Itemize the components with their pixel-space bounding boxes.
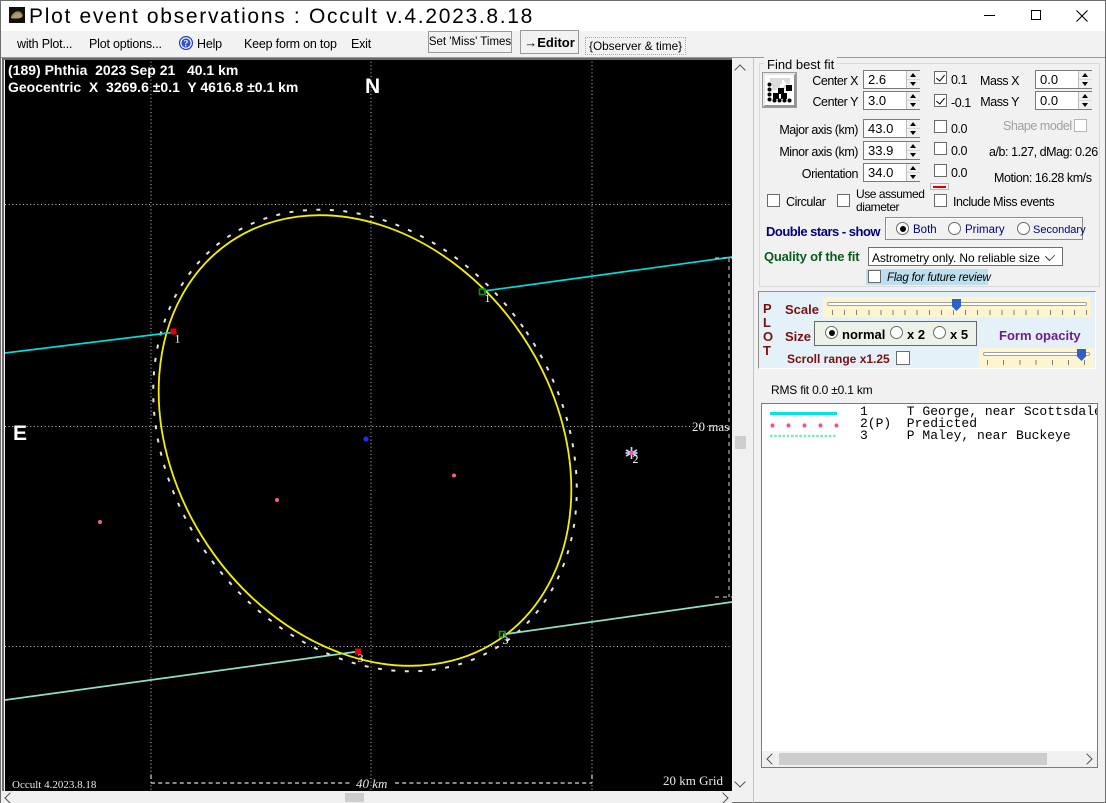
svg-text:Occult 4.2023.8.18: Occult 4.2023.8.18	[12, 779, 97, 791]
svg-text:3: 3	[503, 633, 509, 647]
svg-text:Geocentric X 3269.6 ±0.1 Y: Geocentric X 3269.6 ±0.1 Y 4616.8 ±0.1 k…	[8, 79, 298, 95]
svg-text:40 km: 40 km	[356, 776, 387, 791]
svg-text:N: N	[365, 75, 380, 98]
svg-text:2: 2	[633, 452, 639, 466]
svg-text:?: ?	[184, 39, 189, 49]
svg-text:20 mas: 20 mas	[692, 419, 729, 434]
svg-text:(189) Phthia 2023 Sep 21 40: (189) Phthia 2023 Sep 21 40.1 km	[8, 62, 238, 78]
svg-text:3: 3	[358, 651, 364, 665]
svg-text:20 km Grid: 20 km Grid	[663, 773, 723, 788]
svg-text:1: 1	[175, 332, 181, 346]
svg-text:E: E	[13, 422, 27, 445]
svg-text:1: 1	[485, 291, 491, 305]
